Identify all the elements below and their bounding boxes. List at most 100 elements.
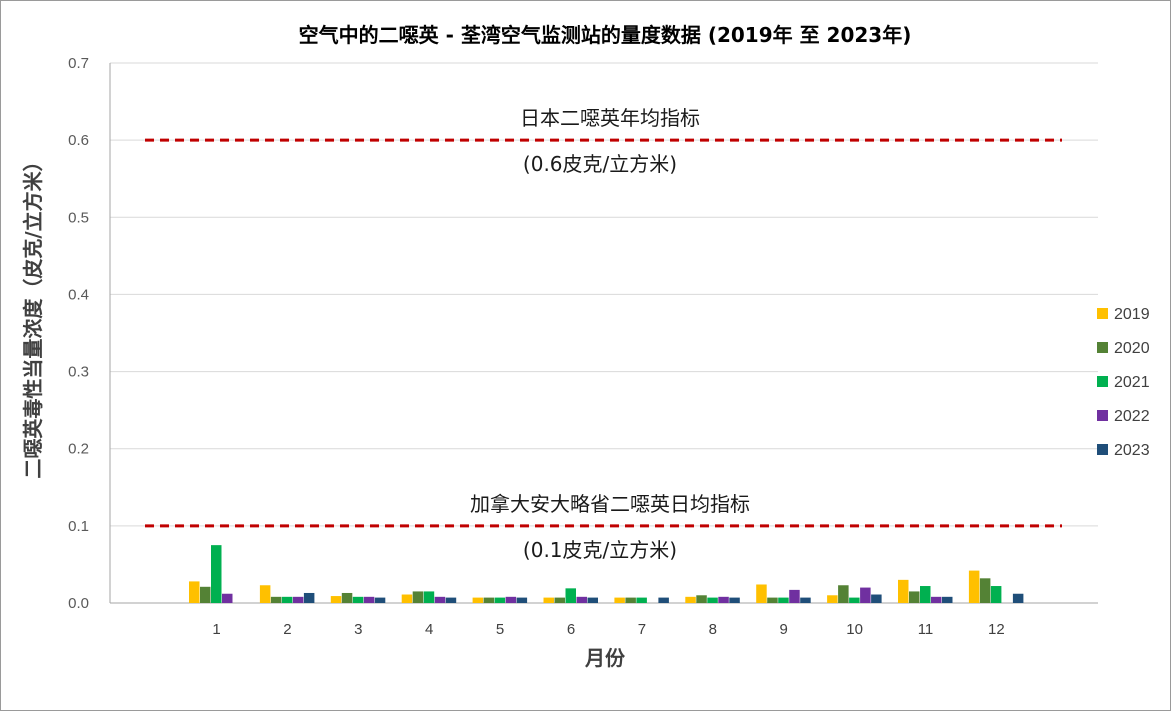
bar-2020-6 — [554, 597, 565, 603]
bar-2019-5 — [472, 597, 484, 603]
x-tick-label: 10 — [846, 621, 863, 638]
bar-2022-8 — [718, 596, 729, 603]
legend-label-2023: 2023 — [1114, 442, 1150, 459]
reference-lines: 日本二噁英年均指标 (0.6皮克/立方米) 加拿大安大略省二噁英日均指标 (0.1皮克… — [145, 106, 1062, 562]
legend-label-2021: 2021 — [1114, 374, 1150, 391]
x-tick-label: 3 — [354, 621, 362, 638]
reference-sublabel: (0.1皮克/立方米) — [523, 538, 677, 562]
bar-2022-10 — [860, 587, 871, 603]
legend: 2019 2020 2021 2022 2023 — [1097, 306, 1150, 459]
reference-label: 日本二噁英年均指标 — [520, 106, 700, 130]
bar-2023-9 — [800, 597, 811, 603]
y-tick-label: 0.5 — [68, 209, 89, 226]
reference-sublabel: (0.6皮克/立方米) — [523, 152, 677, 176]
bar-2023-5 — [516, 597, 528, 603]
bar-2023-7 — [658, 597, 669, 603]
bar-2023-2 — [303, 592, 315, 603]
bar-2023-4 — [445, 597, 457, 603]
y-axis-label: 二噁英毒性当量浓度（皮克/立方米） — [21, 151, 45, 478]
bar-2021-7 — [636, 597, 647, 603]
bar-2023-8 — [729, 597, 740, 603]
bar-2019-11 — [898, 579, 909, 603]
y-tick-label: 0.1 — [68, 518, 89, 535]
bar-2022-5 — [505, 596, 517, 603]
bar-2020-7 — [625, 597, 636, 603]
chart-title: 空气中的二噁英 - 荃湾空气监测站的量度数据 (2019年 至 2023年) — [299, 23, 912, 47]
bar-2019-8 — [685, 596, 696, 603]
y-tick-label: 0.6 — [68, 132, 89, 149]
bar-2022-4 — [434, 596, 446, 603]
bar-2021-3 — [352, 596, 364, 603]
bar-2021-10 — [849, 597, 860, 603]
bar-2023-3 — [374, 597, 386, 603]
legend-swatch-2020 — [1097, 342, 1108, 353]
bar-2020-2 — [270, 596, 282, 603]
x-tick-label: 4 — [425, 621, 433, 638]
chart-svg: 空气中的二噁英 - 荃湾空气监测站的量度数据 (2019年 至 2023年) 0… — [21, 23, 1150, 670]
bar-2020-9 — [767, 597, 778, 603]
bar-2019-7 — [614, 597, 625, 603]
x-tick-label: 1 — [212, 621, 220, 638]
y-tick-label: 0.7 — [68, 55, 89, 72]
bar-2019-2 — [259, 585, 271, 603]
y-axis: 0.0 0.1 0.2 0.3 0.4 0.5 0.6 0.7 — [68, 55, 1098, 612]
bar-2022-1 — [222, 593, 233, 603]
legend-label-2019: 2019 — [1114, 306, 1150, 323]
x-tick-label: 2 — [283, 621, 291, 638]
bar-2019-9 — [756, 584, 767, 603]
bar-2020-10 — [838, 585, 849, 603]
x-axis: 1 2 3 4 5 6 7 8 9 10 11 12 — [212, 621, 1004, 638]
bar-2019-6 — [543, 597, 554, 603]
bar-2022-11 — [931, 596, 942, 603]
bar-2019-4 — [401, 594, 413, 603]
y-tick-label: 0.3 — [68, 364, 89, 381]
y-tick-label: 0.0 — [68, 595, 89, 612]
bar-2019-3 — [330, 596, 342, 603]
bar-2023-11 — [942, 596, 953, 603]
x-tick-label: 6 — [567, 621, 575, 638]
bar-2020-1 — [200, 586, 211, 603]
reference-label: 加拿大安大略省二噁英日均指标 — [470, 492, 750, 516]
bar-2022-9 — [789, 589, 800, 603]
x-tick-label: 5 — [496, 621, 504, 638]
bar-2023-10 — [871, 594, 882, 603]
bar-2020-4 — [412, 591, 424, 603]
bar-2020-11 — [909, 591, 920, 603]
x-tick-label: 8 — [709, 621, 717, 638]
bar-2019-12 — [968, 570, 980, 603]
x-tick-label: 11 — [918, 621, 934, 638]
bar-2021-1 — [211, 545, 222, 603]
bar-2020-3 — [341, 592, 353, 603]
gridlines — [110, 62, 1098, 527]
legend-swatch-2019 — [1097, 308, 1108, 319]
bar-2020-12 — [979, 578, 991, 603]
x-tick-label: 12 — [988, 621, 1005, 638]
bar-2021-2 — [281, 596, 293, 603]
bar-2021-12 — [990, 586, 1002, 603]
bar-2020-8 — [696, 595, 707, 603]
x-tick-label: 9 — [780, 621, 788, 638]
bar-2022-3 — [363, 596, 375, 603]
y-tick-label: 0.4 — [68, 286, 89, 303]
bar-2019-1 — [189, 581, 200, 603]
legend-label-2020: 2020 — [1114, 340, 1150, 357]
bar-2021-4 — [423, 591, 435, 603]
legend-swatch-2023 — [1097, 444, 1108, 455]
legend-swatch-2021 — [1097, 376, 1108, 387]
bar-2023-12 — [1012, 593, 1024, 603]
bar-2022-2 — [292, 596, 304, 603]
bar-2021-9 — [778, 597, 789, 603]
bar-2021-5 — [494, 597, 506, 603]
bar-2019-10 — [827, 595, 838, 603]
legend-swatch-2022 — [1097, 410, 1108, 421]
bar-2021-11 — [920, 586, 931, 603]
y-tick-label: 0.2 — [68, 441, 89, 458]
x-tick-label: 7 — [638, 621, 646, 638]
x-axis-label: 月份 — [584, 646, 626, 670]
bar-2022-6 — [576, 596, 587, 603]
bar-2020-5 — [483, 597, 495, 603]
bar-2021-8 — [707, 597, 718, 603]
legend-label-2022: 2022 — [1114, 408, 1150, 425]
bar-2023-6 — [587, 597, 598, 603]
bar-2021-6 — [565, 588, 576, 603]
